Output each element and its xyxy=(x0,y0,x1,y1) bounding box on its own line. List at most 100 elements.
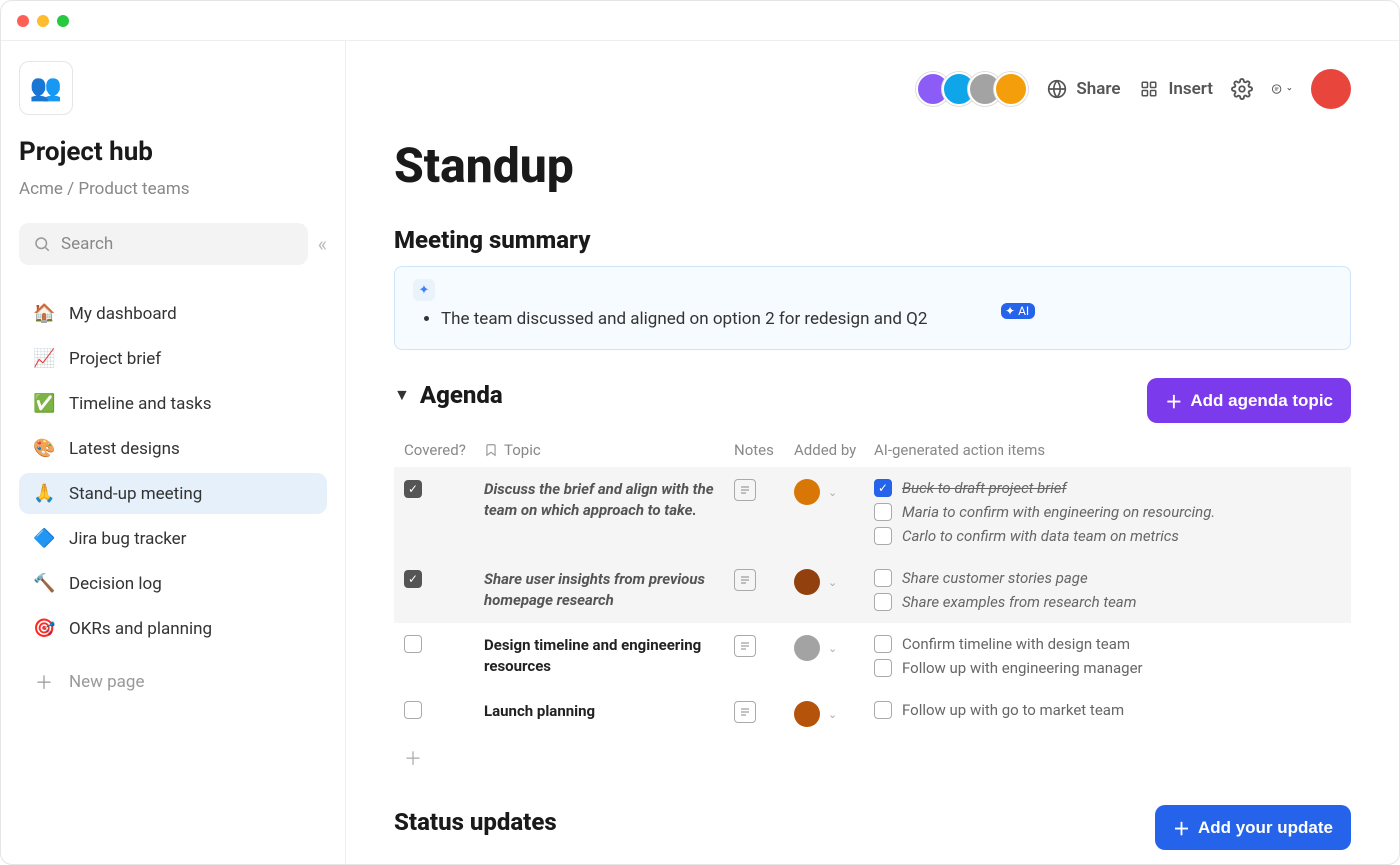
chevron-down-icon[interactable]: ⌄ xyxy=(828,708,837,721)
covered-checkbox[interactable]: ✓ xyxy=(404,570,422,588)
minimize-window-button[interactable] xyxy=(37,15,49,27)
col-added-by[interactable]: Added by xyxy=(794,441,874,459)
ai-item-checkbox[interactable] xyxy=(874,569,892,587)
agenda-table: Covered? Topic Notes Added by AI-generat… xyxy=(394,433,1351,777)
chevron-down-icon xyxy=(1286,83,1293,95)
settings-button[interactable] xyxy=(1231,78,1253,100)
add-row-button[interactable]: ＋ xyxy=(394,739,1351,777)
nav-item-icon: 📈 xyxy=(33,348,55,369)
add-agenda-topic-button[interactable]: ＋ Add agenda topic xyxy=(1147,378,1351,423)
insert-button[interactable]: Insert xyxy=(1138,78,1213,100)
sidebar-item-latest-designs[interactable]: 🎨Latest designs xyxy=(19,428,327,469)
workspace-title: Project hub xyxy=(19,137,327,167)
ai-item-checkbox[interactable] xyxy=(874,659,892,677)
covered-checkbox[interactable]: ✓ xyxy=(404,480,422,498)
apps-icon xyxy=(1138,78,1160,100)
added-by-avatar[interactable] xyxy=(794,701,820,727)
ai-item-checkbox[interactable] xyxy=(874,593,892,611)
maximize-window-button[interactable] xyxy=(57,15,69,27)
nav-item-icon: 🎯 xyxy=(33,618,55,639)
plus-icon: ＋ xyxy=(33,669,55,695)
ai-action-item: Maria to confirm with engineering on res… xyxy=(874,503,1341,521)
chevron-down-icon[interactable]: ⌄ xyxy=(828,576,837,589)
new-page-button[interactable]: ＋ New page xyxy=(19,659,327,705)
chevron-down-icon[interactable]: ⌄ xyxy=(828,486,837,499)
close-window-button[interactable] xyxy=(17,15,29,27)
nav-item-label: Jira bug tracker xyxy=(69,529,186,549)
ai-item-text[interactable]: Follow up with engineering manager xyxy=(902,659,1143,677)
ai-item-text[interactable]: Maria to confirm with engineering on res… xyxy=(902,503,1215,521)
covered-checkbox[interactable] xyxy=(404,701,422,719)
topic-text[interactable]: Launch planning xyxy=(484,701,734,722)
summary-bullet[interactable]: The team discussed and aligned on option… xyxy=(441,307,1332,331)
ai-item-text[interactable]: Buck to draft project brief xyxy=(902,479,1067,497)
notes-icon[interactable] xyxy=(734,635,756,657)
sidebar: 👥 Project hub Acme / Product teams Searc… xyxy=(1,41,346,864)
sidebar-item-okrs-and-planning[interactable]: 🎯OKRs and planning xyxy=(19,608,327,649)
search-input[interactable]: Search xyxy=(19,223,308,265)
add-update-button[interactable]: ＋ Add your update xyxy=(1155,805,1351,850)
window-titlebar xyxy=(1,1,1399,41)
ai-action-item: Confirm timeline with design team xyxy=(874,635,1341,653)
sidebar-item-stand-up-meeting[interactable]: 🙏Stand-up meeting xyxy=(19,473,327,514)
ai-badge[interactable]: ✦ AI xyxy=(1001,303,1035,319)
col-covered[interactable]: Covered? xyxy=(404,441,484,459)
added-by-avatar[interactable] xyxy=(794,635,820,661)
user-avatar[interactable] xyxy=(1311,69,1351,109)
added-by-avatar[interactable] xyxy=(794,569,820,595)
collaborator-avatars[interactable] xyxy=(916,72,1028,106)
agenda-row: Design timeline and engineering resource… xyxy=(394,623,1351,689)
sidebar-item-my-dashboard[interactable]: 🏠My dashboard xyxy=(19,293,327,334)
ai-item-checkbox[interactable] xyxy=(874,701,892,719)
ai-item-text[interactable]: Confirm timeline with design team xyxy=(902,635,1130,653)
notes-icon[interactable] xyxy=(734,701,756,723)
comment-icon xyxy=(1271,79,1282,99)
col-topic[interactable]: Topic xyxy=(484,441,734,459)
col-topic-label: Topic xyxy=(504,441,541,459)
col-notes[interactable]: Notes xyxy=(734,441,794,459)
agenda-table-header: Covered? Topic Notes Added by AI-generat… xyxy=(394,433,1351,467)
nav-item-label: My dashboard xyxy=(69,304,177,324)
ai-item-checkbox[interactable]: ✓ xyxy=(874,479,892,497)
ai-action-item: Share examples from research team xyxy=(874,593,1341,611)
summary-bullet-text: The team discussed and aligned on option… xyxy=(441,309,927,329)
col-ai-items[interactable]: AI-generated action items xyxy=(874,441,1341,459)
ai-action-item: Carlo to confirm with data team on metri… xyxy=(874,527,1341,545)
added-by-avatar[interactable] xyxy=(794,479,820,505)
caret-down-icon[interactable]: ▼ xyxy=(394,385,410,405)
agenda-row: ✓ Discuss the brief and align with the te… xyxy=(394,467,1351,557)
workspace-icon[interactable]: 👥 xyxy=(19,61,73,115)
sidebar-item-project-brief[interactable]: 📈Project brief xyxy=(19,338,327,379)
collaborator-avatar[interactable] xyxy=(994,72,1028,106)
ai-item-text[interactable]: Follow up with go to market team xyxy=(902,701,1124,719)
breadcrumb[interactable]: Acme / Product teams xyxy=(19,179,327,199)
ai-action-item: Follow up with engineering manager xyxy=(874,659,1341,677)
summary-box[interactable]: ✦ The team discussed and aligned on opti… xyxy=(394,266,1351,350)
sidebar-item-timeline-and-tasks[interactable]: ✅Timeline and tasks xyxy=(19,383,327,424)
topic-text[interactable]: Design timeline and engineering resource… xyxy=(484,635,734,677)
ai-item-checkbox[interactable] xyxy=(874,635,892,653)
chevron-down-icon[interactable]: ⌄ xyxy=(828,642,837,655)
notes-icon[interactable] xyxy=(734,569,756,591)
ai-item-checkbox[interactable] xyxy=(874,527,892,545)
new-page-label: New page xyxy=(69,672,145,692)
sidebar-item-jira-bug-tracker[interactable]: 🔷Jira bug tracker xyxy=(19,518,327,559)
covered-checkbox[interactable] xyxy=(404,635,422,653)
ai-item-checkbox[interactable] xyxy=(874,503,892,521)
collapse-sidebar-button[interactable]: « xyxy=(318,232,327,256)
ai-item-text[interactable]: Share customer stories page xyxy=(902,569,1088,587)
nav-item-label: Decision log xyxy=(69,574,162,594)
ai-item-text[interactable]: Share examples from research team xyxy=(902,593,1136,611)
share-button[interactable]: Share xyxy=(1046,78,1120,100)
sidebar-item-decision-log[interactable]: 🔨Decision log xyxy=(19,563,327,604)
ai-item-text[interactable]: Carlo to confirm with data team on metri… xyxy=(902,527,1179,545)
agenda-heading[interactable]: ▼ Agenda xyxy=(394,381,503,409)
ai-action-item: ✓ Buck to draft project brief xyxy=(874,479,1341,497)
nav-item-icon: ✅ xyxy=(33,393,55,414)
notes-icon[interactable] xyxy=(734,479,756,501)
comments-button[interactable] xyxy=(1271,78,1293,100)
ai-badge-label: AI xyxy=(1018,304,1029,318)
page-title[interactable]: Standup xyxy=(394,137,1351,194)
topic-text[interactable]: Share user insights from previous homepa… xyxy=(484,569,734,611)
topic-text[interactable]: Discuss the brief and align with the tea… xyxy=(484,479,734,521)
